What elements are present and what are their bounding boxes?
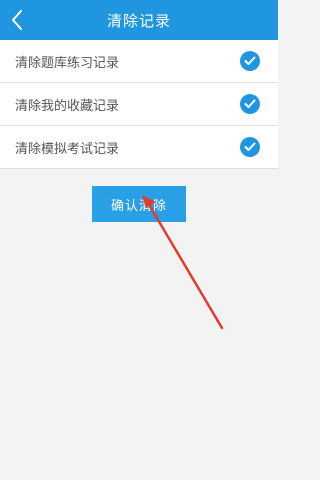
red-arrow-annotation [142,195,224,330]
